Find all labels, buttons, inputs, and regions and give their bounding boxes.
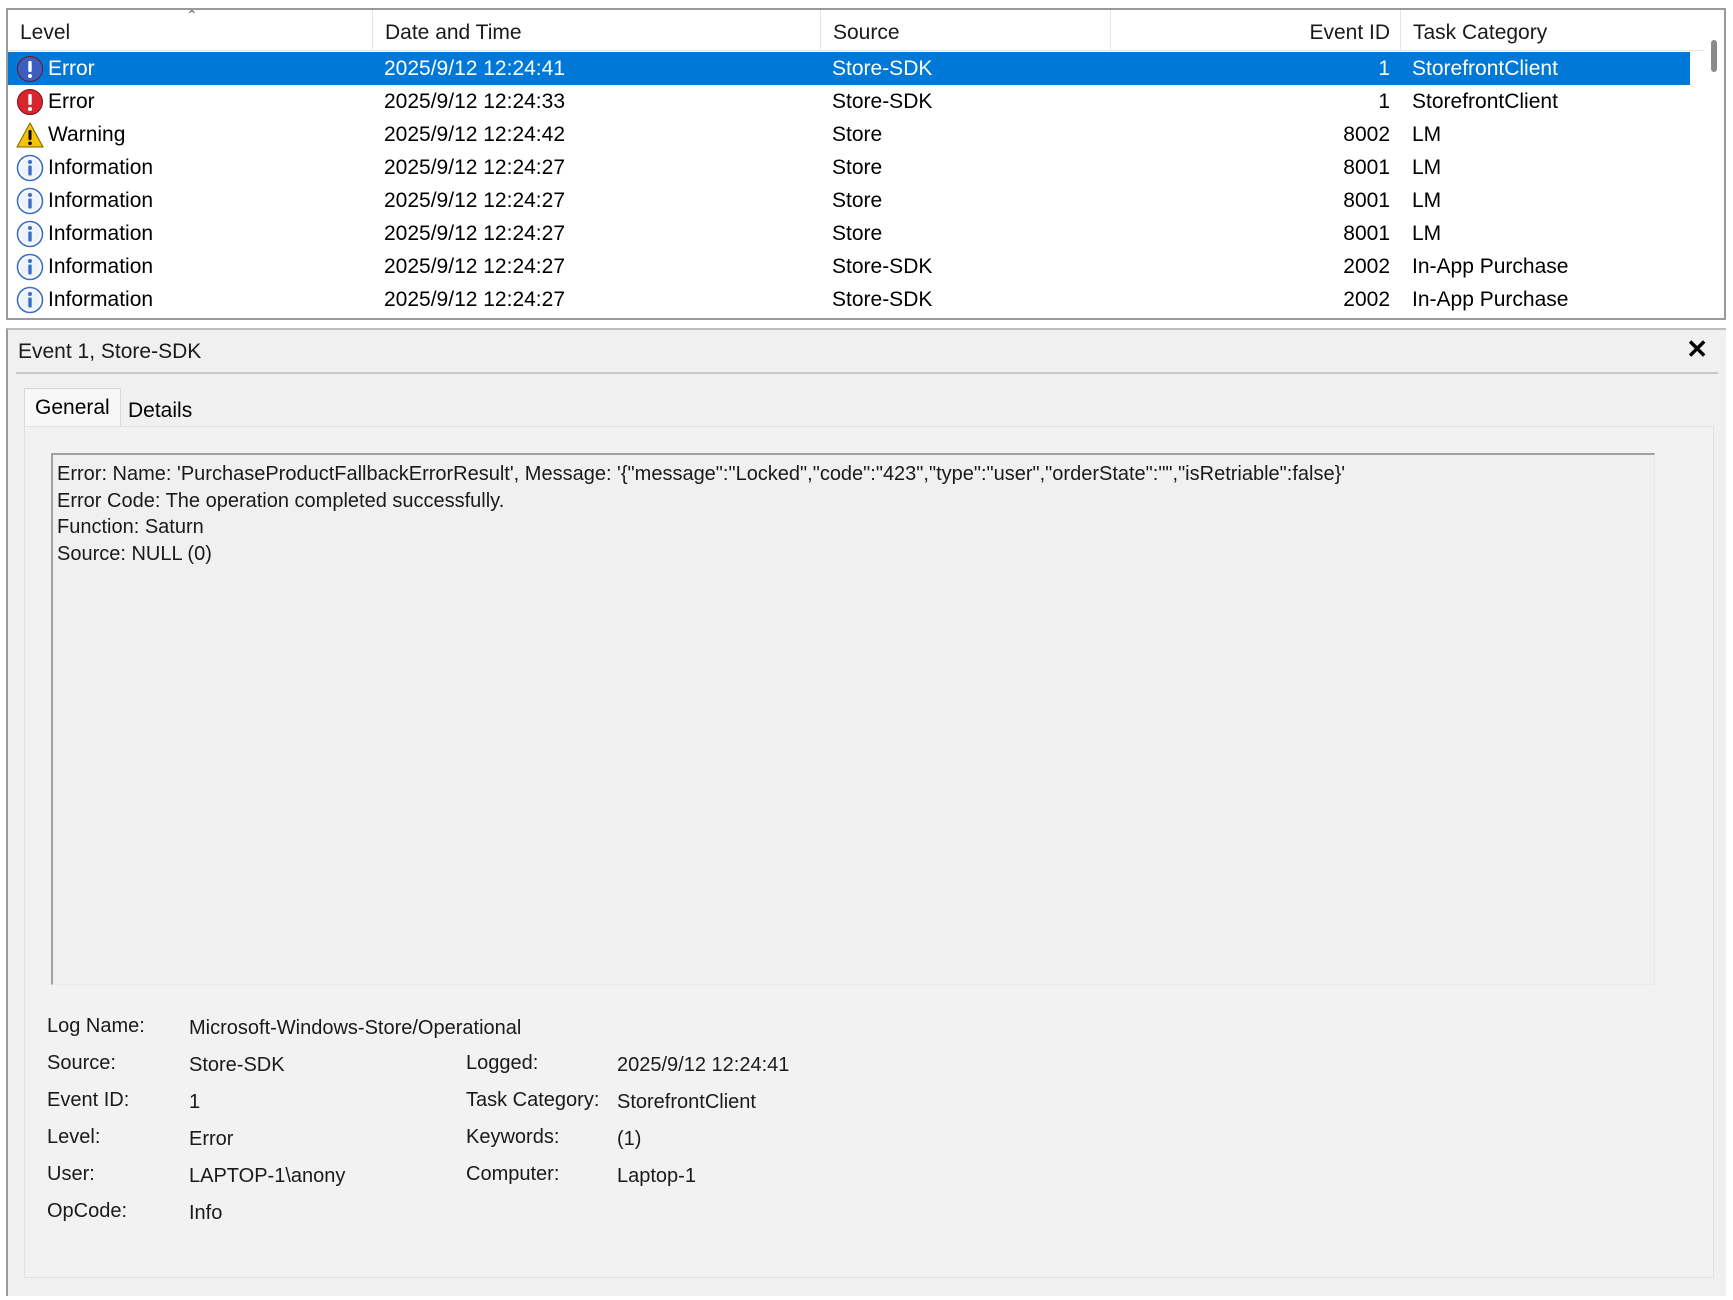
- cell-source: Store-SDK: [832, 57, 933, 80]
- cell-date-time: 2025/9/12 12:24:27: [384, 156, 566, 179]
- logged-value: 2025/9/12 12:24:41: [617, 1054, 790, 1076]
- cell-level: Warning: [48, 123, 126, 146]
- table-row[interactable]: Information 2025/9/12 12:24:27 Store 8001 LM: [8, 184, 1690, 217]
- table-row[interactable]: Error 2025/9/12 12:24:33 Store-SDK 1 Storefr…: [8, 85, 1690, 118]
- cell-event-id: 2002: [1343, 255, 1390, 278]
- cell-event-id: 8002: [1343, 123, 1390, 146]
- tab-details[interactable]: Details: [118, 392, 202, 430]
- keywords-value: (1): [617, 1128, 642, 1150]
- cell-task-category: LM: [1412, 222, 1442, 245]
- cell-event-id: 2002: [1343, 288, 1390, 311]
- cell-level: Information: [48, 288, 154, 311]
- cell-task-category: LM: [1412, 156, 1442, 179]
- divider: [16, 372, 1718, 374]
- table-row[interactable]: Information 2025/9/12 12:24:27 Store 8001 LM: [8, 217, 1690, 250]
- logged-label: Logged:: [466, 1052, 539, 1074]
- cell-date-time: 2025/9/12 12:24:27: [384, 222, 566, 245]
- cell-event-id: 8001: [1343, 189, 1390, 212]
- message-line: Function: Saturn: [57, 516, 204, 538]
- computer-value: Laptop-1: [617, 1165, 696, 1187]
- scrollbar-thumb[interactable]: [1711, 40, 1717, 72]
- column-header-level[interactable]: Level: [8, 10, 372, 50]
- opcode-label: OpCode:: [47, 1200, 128, 1222]
- message-line: Source: NULL (0): [57, 542, 212, 565]
- user-label: User:: [47, 1163, 95, 1185]
- cell-event-id: 8001: [1343, 156, 1390, 179]
- event-list[interactable]: ⌃ Level Date and Time Source Event ID Ta…: [6, 8, 1726, 320]
- cell-source: Store: [832, 156, 883, 179]
- tab-general[interactable]: General: [24, 388, 121, 427]
- column-header-row: ⌃ Level Date and Time Source Event ID Ta…: [8, 10, 1708, 51]
- cell-task-category: In-App Purchase: [1412, 288, 1569, 311]
- cell-task-category: StorefrontClient: [1412, 90, 1558, 113]
- cell-source: Store: [832, 222, 883, 245]
- cell-date-time: 2025/9/12 12:24:41: [384, 57, 566, 80]
- source-label: Source:: [47, 1052, 116, 1074]
- cell-date-time: 2025/9/12 12:24:42: [384, 123, 566, 146]
- info-icon: [16, 220, 44, 248]
- cell-level: Information: [48, 222, 154, 245]
- cell-date-time: 2025/9/12 12:24:33: [384, 90, 566, 113]
- level-value: Error: [189, 1128, 234, 1150]
- warning-icon: [16, 121, 44, 149]
- cell-source: Store: [832, 189, 883, 212]
- event-message-box[interactable]: Error: Name: 'PurchaseProductFallbackErr…: [51, 453, 1655, 985]
- cell-task-category: StorefrontClient: [1412, 57, 1558, 80]
- cell-date-time: 2025/9/12 12:24:27: [384, 288, 566, 311]
- cell-task-category: LM: [1412, 189, 1442, 212]
- table-row[interactable]: Information 2025/9/12 12:24:27 Store 8001 LM: [8, 151, 1690, 184]
- table-row[interactable]: Warning 2025/9/12 12:24:42 Store 8002 LM: [8, 118, 1690, 151]
- task-category-label: Task Category:: [466, 1089, 600, 1111]
- opcode-value: Info: [189, 1202, 223, 1224]
- info-icon: [16, 154, 44, 182]
- cell-task-category: LM: [1412, 123, 1442, 146]
- close-icon[interactable]: ✕: [1686, 334, 1708, 365]
- cell-source: Store: [832, 123, 883, 146]
- log-name-value: Microsoft-Windows-Store/Operational: [189, 1017, 522, 1039]
- detail-title: Event 1, Store-SDK: [18, 340, 202, 363]
- cell-date-time: 2025/9/12 12:24:27: [384, 189, 566, 212]
- cell-task-category: In-App Purchase: [1412, 255, 1569, 278]
- cell-source: Store-SDK: [832, 288, 933, 311]
- info-icon: [16, 187, 44, 215]
- column-header-event-id[interactable]: Event ID: [1110, 10, 1400, 50]
- keywords-label: Keywords:: [466, 1126, 560, 1148]
- event-id-label: Event ID:: [47, 1089, 130, 1111]
- column-header-task-category[interactable]: Task Category: [1400, 10, 1690, 50]
- cell-source: Store-SDK: [832, 255, 933, 278]
- table-row[interactable]: Information 2025/9/12 12:24:27 Store-SDK 20…: [8, 250, 1690, 283]
- message-line: Error Code: The operation completed succ…: [57, 489, 505, 512]
- source-value: Store-SDK: [189, 1054, 285, 1076]
- table-row[interactable]: Error 2025/9/12 12:24:41 Store-SDK 1 Storefr…: [8, 52, 1690, 85]
- cell-date-time: 2025/9/12 12:24:27: [384, 255, 566, 278]
- task-category-value: StorefrontClient: [617, 1091, 756, 1113]
- cell-level: Information: [48, 255, 154, 278]
- event-detail-pane: Event 1, Store-SDK ✕ General Details Err…: [6, 328, 1726, 1296]
- cell-level: Error: [48, 90, 95, 113]
- cell-event-id: 8001: [1343, 222, 1390, 245]
- cell-level: Error: [48, 57, 95, 80]
- error-icon: [16, 55, 44, 83]
- cell-event-id: 1: [1378, 57, 1390, 80]
- log-name-label: Log Name:: [47, 1015, 145, 1037]
- column-header-date-time[interactable]: Date and Time: [372, 10, 820, 50]
- info-icon: [16, 253, 44, 281]
- user-value: LAPTOP-1\anony: [189, 1165, 346, 1187]
- cell-source: Store-SDK: [832, 90, 933, 113]
- column-header-source[interactable]: Source: [820, 10, 1110, 50]
- level-label: Level:: [47, 1126, 101, 1148]
- error-icon: [16, 88, 44, 116]
- info-icon: [16, 286, 44, 314]
- cell-level: Information: [48, 189, 154, 212]
- general-tab-panel: Error: Name: 'PurchaseProductFallbackErr…: [24, 426, 1714, 1278]
- computer-label: Computer:: [466, 1163, 560, 1185]
- cell-event-id: 1: [1378, 90, 1390, 113]
- event-id-value: 1: [189, 1091, 201, 1113]
- message-line: Error: Name: 'PurchaseProductFallbackErr…: [57, 463, 1346, 485]
- vertical-scrollbar[interactable]: [1704, 10, 1724, 318]
- cell-level: Information: [48, 156, 154, 179]
- table-row[interactable]: Information 2025/9/12 12:24:27 Store-SDK 20…: [8, 283, 1690, 316]
